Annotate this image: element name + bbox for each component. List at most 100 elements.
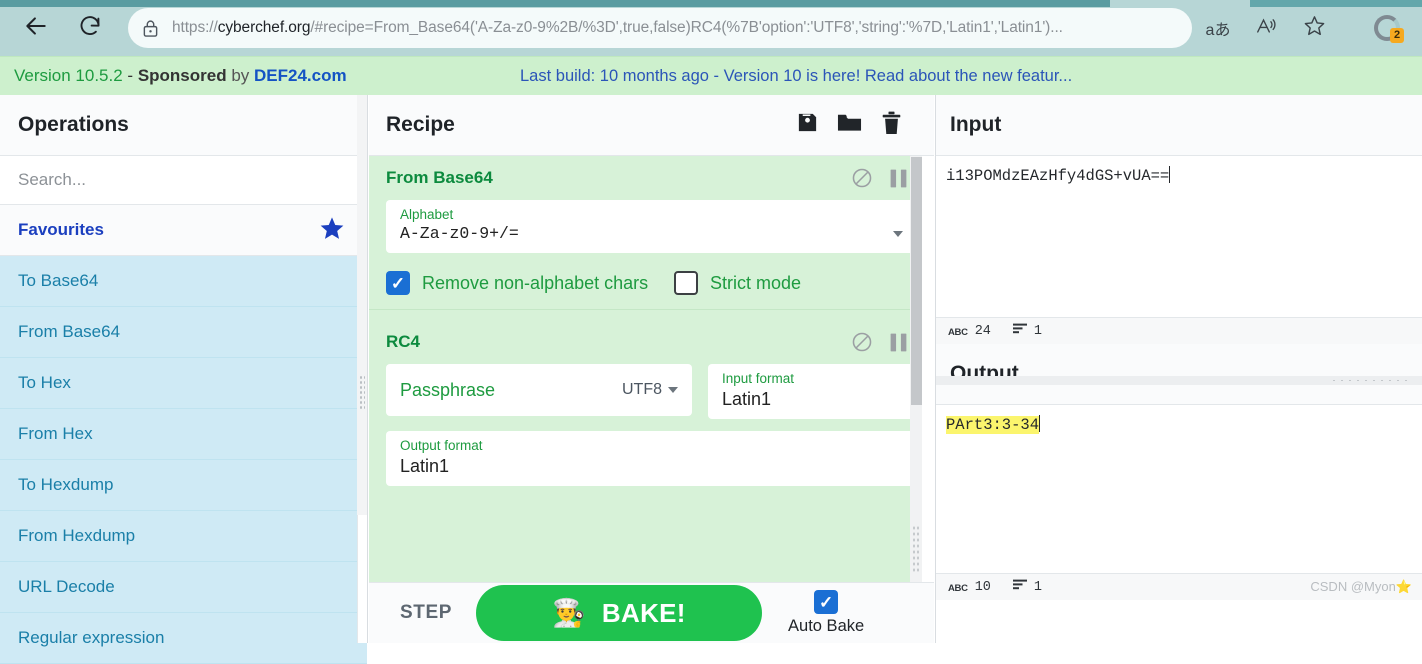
search-input[interactable] [18, 170, 349, 190]
output-textarea[interactable]: PArt3:3-34 [936, 405, 1422, 573]
reload-icon [78, 14, 102, 43]
recipe-operation-header: From Base64 [369, 156, 934, 200]
operation-list-item[interactable]: Regular expression [0, 613, 367, 664]
operations-list: To Base64 From Base64 To Hex From Hex To… [0, 256, 367, 664]
reload-button[interactable] [72, 10, 108, 46]
output-length-status: ABC 10 [948, 580, 991, 595]
input-header: Input [936, 95, 1422, 156]
operation-list-item[interactable]: From Hexdump [0, 511, 367, 562]
operation-list-item[interactable]: From Hex [0, 409, 367, 460]
recipe-resize-handle[interactable] [912, 525, 919, 573]
output-status-bar: ABC 10 1 CSDN @Myon⭐ [936, 573, 1422, 600]
checkbox-label: Strict mode [710, 272, 802, 293]
arg-alphabet[interactable]: Alphabet A-Za-z0-9+/= [386, 200, 917, 253]
rc4-passphrase-row: Passphrase UTF8 Input format Latin1 [386, 364, 917, 419]
url-scheme: https:// [172, 19, 218, 36]
operations-scrollbar-thumb[interactable] [357, 515, 367, 643]
banner-separator: - [122, 66, 138, 85]
abc-icon: ABC [948, 326, 968, 338]
passphrase-input[interactable]: Passphrase UTF8 [386, 364, 692, 416]
arg-value: Latin1 [400, 456, 450, 476]
recipe-operation-title: From Base64 [386, 168, 493, 187]
back-button[interactable] [18, 10, 54, 46]
extension-badge-count: 2 [1390, 28, 1405, 43]
address-bar-text: https://cyberchef.org/#recipe=From_Base6… [172, 19, 1192, 37]
operation-list-item[interactable]: To Hexdump [0, 460, 367, 511]
recipe-scrollbar-thumb[interactable] [911, 157, 922, 405]
passphrase-encoding-dropdown[interactable]: UTF8 [622, 381, 678, 399]
tab-strip-background-right [1250, 0, 1422, 7]
auto-bake-toggle[interactable]: ✓ Auto Bake [788, 590, 864, 636]
banner-by-text: by [226, 66, 255, 85]
input-lines-status: 1 [1012, 323, 1042, 339]
checkbox-strict-mode[interactable]: Strict mode [674, 271, 801, 295]
io-splitter-handle[interactable] [1330, 378, 1410, 383]
from-base64-options: ✓ Remove non-alphabet chars Strict mode [369, 265, 934, 309]
read-aloud-button[interactable] [1244, 8, 1288, 48]
operation-list-item[interactable]: To Base64 [0, 256, 367, 307]
step-button[interactable]: STEP [400, 602, 452, 624]
url-path: /#recipe=From_Base64('A-Za-z0-9%2B/%3D',… [310, 19, 1063, 36]
output-value: PArt3:3-34 [946, 416, 1040, 434]
arg-value: Latin1 [722, 389, 772, 409]
arg-label: Input format [722, 371, 795, 386]
checkbox-remove-non-alphabet[interactable]: ✓ Remove non-alphabet chars [386, 271, 674, 295]
operations-title: Operations [18, 113, 129, 136]
add-favorite-button[interactable] [1292, 8, 1336, 48]
chevron-down-icon[interactable] [893, 231, 903, 237]
recipe-pane: Recipe From Base64 Alphabet A-Za-z0-9+/=… [369, 95, 934, 643]
operation-list-item[interactable]: To Hex [0, 358, 367, 409]
operation-label: To Base64 [18, 271, 99, 290]
extension-button[interactable]: 2 [1366, 8, 1410, 48]
operations-scrollbar[interactable] [357, 95, 367, 643]
passphrase-encoding-value: UTF8 [622, 381, 662, 398]
checkbox-label: Remove non-alphabet chars [422, 272, 649, 293]
build-notice-link[interactable]: Last build: 10 months ago - Version 10 i… [520, 67, 1072, 86]
operation-label: Regular expression [18, 628, 165, 647]
lock-icon[interactable] [128, 8, 172, 48]
clear-recipe-button[interactable] [870, 111, 912, 140]
arg-output-format[interactable]: Output format Latin1 [386, 431, 917, 486]
app-version: Version 10.5.2 [14, 66, 123, 85]
checkbox-box[interactable]: ✓ [814, 590, 839, 614]
disable-icon[interactable] [844, 167, 880, 189]
browser-toolbar-icons: aあ [1196, 8, 1336, 48]
text-cursor [1169, 166, 1171, 183]
read-aloud-icon [1255, 15, 1277, 42]
banner-left-group: Version 10.5.2 - Sponsored by DEF24.com [14, 66, 347, 86]
bake-button[interactable]: 👨‍🍳 BAKE! [476, 585, 763, 641]
star-icon [1303, 14, 1326, 42]
browser-chrome: https://cyberchef.org/#recipe=From_Base6… [0, 0, 1422, 56]
checkbox-box[interactable] [674, 271, 698, 295]
lines-icon [1012, 579, 1027, 595]
operation-label: URL Decode [18, 577, 115, 596]
watermark: CSDN @Myon⭐ [1310, 579, 1412, 594]
recipe-operation-rc4[interactable]: RC4 Passphrase UTF8 Input format Latin1 … [369, 320, 934, 508]
output-length-value: 10 [974, 579, 991, 595]
url-host: cyberchef.org [217, 19, 311, 36]
save-recipe-button[interactable] [786, 111, 828, 139]
recipe-operation-from-base64[interactable]: From Base64 Alphabet A-Za-z0-9+/= ✓ Remo… [369, 156, 934, 320]
check-icon: ✓ [818, 592, 834, 612]
disable-icon[interactable] [844, 331, 880, 353]
operation-list-item[interactable]: From Base64 [0, 307, 367, 358]
sponsor-link[interactable]: DEF24.com [254, 66, 347, 85]
operation-list-item[interactable]: URL Decode [0, 562, 367, 613]
output-header: Output [936, 344, 1422, 405]
trash-icon [881, 111, 902, 140]
input-textarea[interactable]: i13POMdzEAzHfy4dGS+vUA== [936, 156, 1422, 317]
operations-scrollbar-handle[interactable] [359, 375, 365, 409]
operation-label: From Hex [18, 424, 93, 443]
recipe-operation-title: RC4 [386, 332, 421, 351]
checkbox-box[interactable]: ✓ [386, 271, 410, 295]
load-recipe-button[interactable] [828, 111, 870, 139]
divider [369, 309, 934, 310]
bake-controls-bar: STEP 👨‍🍳 BAKE! ✓ Auto Bake [369, 582, 934, 643]
lines-icon [1012, 323, 1027, 339]
auto-bake-label: Auto Bake [788, 617, 865, 635]
address-bar[interactable]: https://cyberchef.org/#recipe=From_Base6… [128, 8, 1192, 48]
arg-input-format[interactable]: Input format Latin1 [708, 364, 917, 419]
output-lines-status: 1 [1012, 579, 1042, 595]
translate-button[interactable]: aあ [1196, 8, 1240, 48]
favourites-category-header[interactable]: Favourites [0, 205, 367, 256]
